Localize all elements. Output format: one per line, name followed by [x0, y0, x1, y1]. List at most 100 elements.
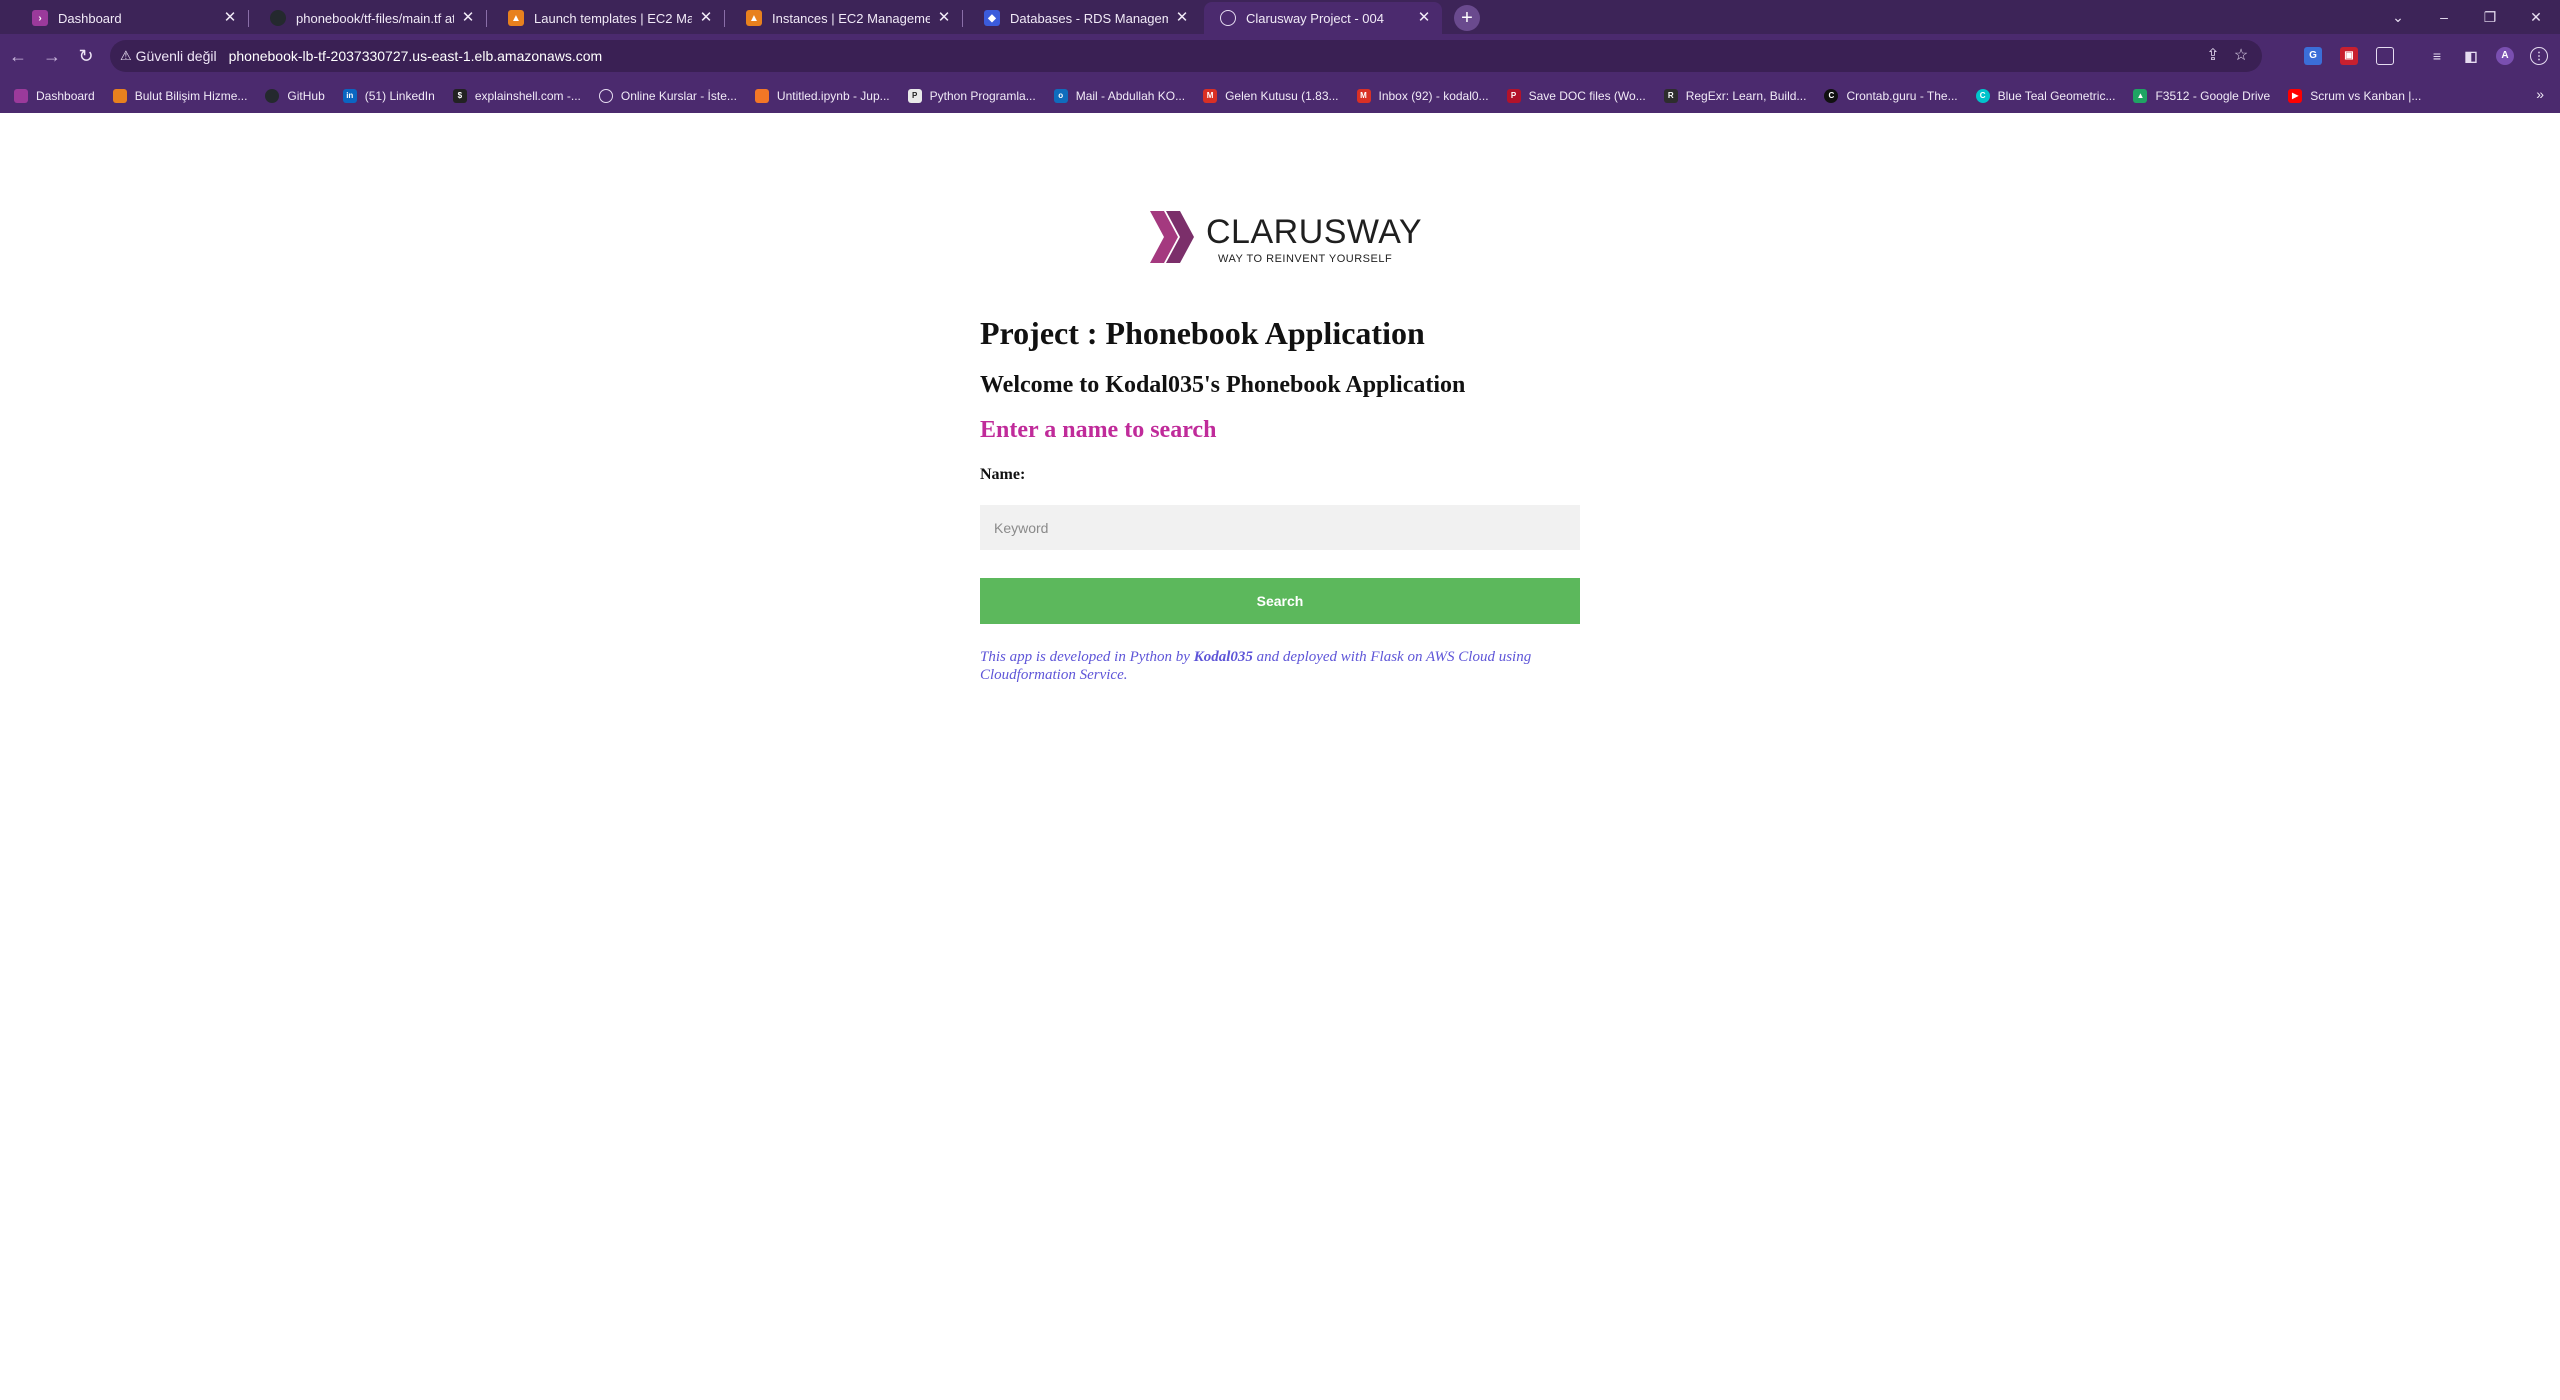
bookmark-label: explainshell.com -... — [474, 88, 581, 103]
github-favicon-icon — [270, 10, 286, 26]
kebab-menu-icon[interactable]: ⋮ — [2530, 47, 2548, 65]
close-icon[interactable]: ✕ — [1416, 10, 1432, 26]
bookmark-outlook-mail[interactable]: o Mail - Abdullah KO... — [1053, 88, 1186, 103]
browser-toolbar: ← → ↻ ⚠ Güvenli değil phonebook-lb-tf-20… — [0, 34, 2560, 78]
bookmark-label: GitHub — [287, 88, 325, 103]
bookmark-dashboard[interactable]: Dashboard — [14, 88, 95, 103]
globe-favicon-icon — [598, 88, 613, 103]
jupyter-favicon-icon — [754, 88, 769, 103]
clarusway-favicon-icon: › — [32, 10, 48, 26]
bookmark-star-icon[interactable]: ☆ — [2232, 47, 2250, 65]
tab-title: Databases - RDS Management — [1010, 10, 1168, 26]
bookmark-label: Blue Teal Geometric... — [1997, 88, 2116, 103]
browser-chrome: › Dashboard ✕ phonebook/tf-files/main.tf… — [0, 0, 2560, 113]
bookmark-regexr[interactable]: R RegExr: Learn, Build... — [1663, 88, 1807, 103]
bookmark-youtube[interactable]: ▶ Scrum vs Kanban |... — [2288, 88, 2421, 103]
bookmark-label: Online Kurslar - İste... — [620, 88, 737, 103]
footer-text-start: This app is developed in Python by — [980, 649, 1194, 665]
tab-title: Dashboard — [58, 10, 122, 26]
window-close-icon[interactable]: ✕ — [2514, 4, 2558, 30]
youtube-favicon-icon: ▶ — [2288, 88, 2303, 103]
clarusway-logo: CLARUSWAY WAY TO REINVENT YOURSELF — [1148, 209, 1428, 269]
new-tab-button[interactable]: + — [1454, 5, 1480, 31]
bookmark-label: Bulut Bilişim Hizme... — [134, 88, 248, 103]
bookmark-online-kurslar[interactable]: Online Kurslar - İste... — [598, 88, 737, 103]
tab-title: Instances | EC2 Management C — [772, 10, 930, 26]
aws-favicon-icon: ▲ — [508, 10, 524, 26]
gmail-favicon-icon: M — [1356, 88, 1371, 103]
reload-icon[interactable]: ↻ — [72, 42, 100, 70]
bookmark-google-drive[interactable]: ▲ F3512 - Google Drive — [2133, 88, 2271, 103]
close-icon[interactable]: ✕ — [698, 10, 714, 26]
security-label: Güvenli değil — [135, 48, 217, 64]
bookmark-bulut-bilisim[interactable]: Bulut Bilişim Hizme... — [112, 88, 248, 103]
reading-list-icon[interactable]: ≡ — [2428, 47, 2446, 65]
bookmark-canva[interactable]: C Blue Teal Geometric... — [1975, 88, 2116, 103]
clarusway-chevron-icon — [1150, 211, 1194, 263]
explainshell-favicon-icon: $ — [452, 88, 467, 103]
restore-icon[interactable]: ❐ — [2468, 4, 2512, 30]
tab-github-main-tf[interactable]: phonebook/tf-files/main.tf at m ✕ — [254, 2, 487, 34]
pdf-extension-icon[interactable]: ▣ — [2340, 47, 2358, 65]
security-indicator[interactable]: ⚠ Güvenli değil — [120, 48, 217, 64]
search-button[interactable]: Search — [980, 578, 1580, 624]
tab-instances[interactable]: ▲ Instances | EC2 Management C ✕ — [730, 2, 963, 34]
close-icon[interactable]: ✕ — [936, 10, 952, 26]
tab-separator — [248, 10, 249, 27]
minimize-icon[interactable]: – — [2422, 4, 2466, 30]
footer-note: This app is developed in Python by Kodal… — [980, 648, 1580, 684]
extensions-puzzle-icon[interactable] — [2376, 47, 2394, 65]
close-icon[interactable]: ✕ — [460, 10, 476, 26]
tab-separator — [724, 10, 725, 27]
tab-clarusway-project[interactable]: Clarusway Project - 004 ✕ — [1204, 2, 1442, 34]
bookmark-label: RegExr: Learn, Build... — [1685, 88, 1807, 103]
logo-brand-text: CLARUSWAY — [1206, 213, 1423, 251]
bookmark-label: Gelen Kutusu (1.83... — [1225, 88, 1339, 103]
translate-extension-icon[interactable]: G — [2304, 47, 2322, 65]
bookmark-label: Dashboard — [36, 88, 95, 103]
tab-separator — [962, 10, 963, 27]
close-icon[interactable]: ✕ — [222, 10, 238, 26]
canva-favicon-icon: C — [1975, 88, 1990, 103]
side-panel-icon[interactable]: ◧ — [2462, 47, 2480, 65]
share-icon[interactable]: ⇪ — [2204, 47, 2222, 65]
forward-arrow-icon[interactable]: → — [38, 42, 66, 70]
bookmark-gmail-gelen[interactable]: M Gelen Kutusu (1.83... — [1203, 88, 1339, 103]
tab-launch-templates[interactable]: ▲ Launch templates | EC2 Manag ✕ — [492, 2, 725, 34]
tab-strip: › Dashboard ✕ phonebook/tf-files/main.tf… — [0, 0, 2560, 34]
bookmark-github[interactable]: GitHub — [265, 88, 325, 103]
bookmark-label: Python Programla... — [929, 88, 1036, 103]
search-heading: Enter a name to search — [980, 417, 1217, 443]
bookmark-label: Mail - Abdullah KO... — [1075, 88, 1186, 103]
bookmark-label: Inbox (92) - kodal0... — [1378, 88, 1489, 103]
bookmark-save-doc[interactable]: P Save DOC files (Wo... — [1506, 88, 1646, 103]
tab-dashboard[interactable]: › Dashboard ✕ — [16, 2, 249, 34]
pdf-favicon-icon: P — [1506, 88, 1521, 103]
aws-favicon-icon — [112, 88, 127, 103]
keyword-search-input[interactable] — [980, 505, 1580, 550]
bookmark-explainshell[interactable]: $ explainshell.com -... — [452, 88, 581, 103]
tab-search-icon[interactable]: ⌄ — [2376, 4, 2420, 30]
warning-triangle-icon: ⚠ — [120, 48, 132, 63]
url-text[interactable]: phonebook-lb-tf-2037330727.us-east-1.elb… — [229, 48, 603, 64]
footer-author: Kodal035 — [1193, 649, 1253, 665]
tab-title: phonebook/tf-files/main.tf at m — [296, 10, 454, 26]
bookmark-crontab[interactable]: C Crontab.guru - The... — [1824, 88, 1958, 103]
outlook-favicon-icon: o — [1053, 88, 1068, 103]
bookmark-label: F3512 - Google Drive — [2155, 88, 2271, 103]
close-icon[interactable]: ✕ — [1174, 10, 1190, 26]
bookmark-python[interactable]: P Python Programla... — [907, 88, 1036, 103]
github-favicon-icon — [265, 88, 280, 103]
tab-rds-databases[interactable]: ◆ Databases - RDS Management ✕ — [968, 2, 1200, 34]
tab-separator — [486, 10, 487, 27]
bookmark-linkedin[interactable]: in (51) LinkedIn — [342, 88, 435, 103]
bookmarks-overflow-icon[interactable]: » — [2536, 86, 2544, 102]
python-favicon-icon: P — [907, 88, 922, 103]
bookmarks-bar: Dashboard Bulut Bilişim Hizme... GitHub … — [0, 78, 2560, 113]
profile-avatar[interactable]: A — [2496, 47, 2514, 65]
bookmark-jupyter[interactable]: Untitled.ipynb - Jup... — [754, 88, 890, 103]
bookmark-gmail-inbox[interactable]: M Inbox (92) - kodal0... — [1356, 88, 1489, 103]
address-bar[interactable]: ⚠ Güvenli değil phonebook-lb-tf-20373307… — [110, 40, 2262, 72]
gmail-favicon-icon: M — [1203, 88, 1218, 103]
back-arrow-icon[interactable]: ← — [4, 42, 32, 70]
